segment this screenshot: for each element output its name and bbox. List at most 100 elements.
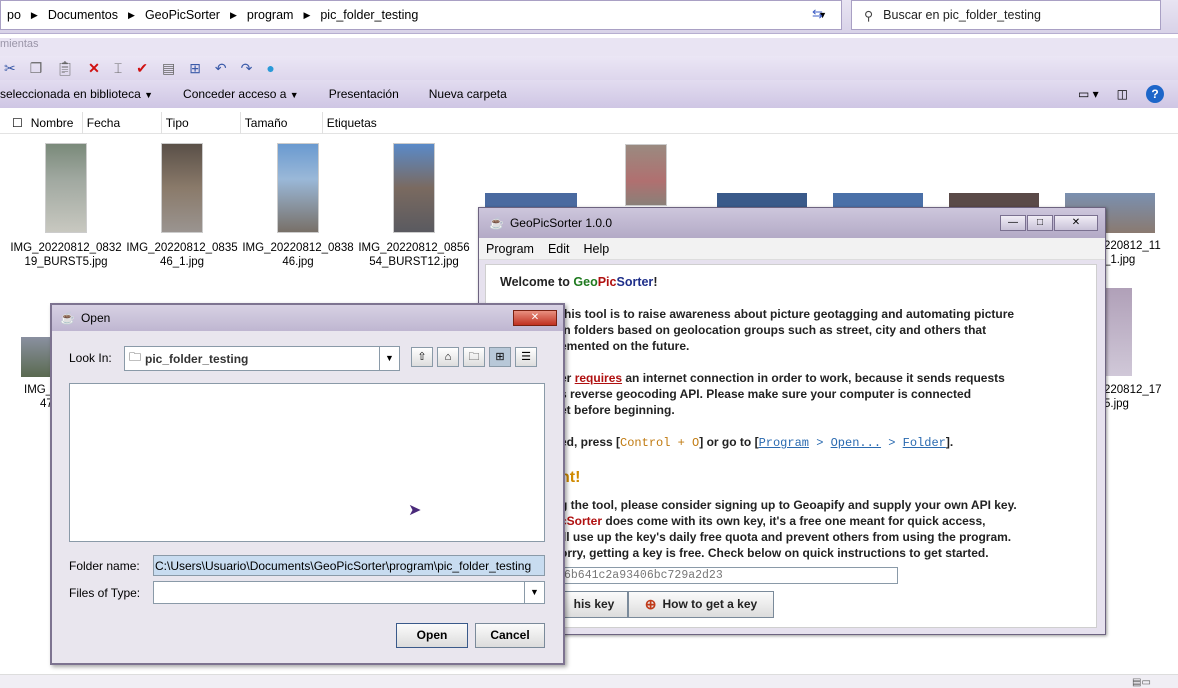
- file-name-partial: 220812_17 5.jpg: [1104, 384, 1162, 410]
- file-name: IMG_20220812_083546_1.jpg: [126, 242, 238, 268]
- refresh-icon[interactable]: ⇆: [812, 6, 823, 22]
- files-of-type-label: Files of Type:: [69, 586, 141, 600]
- use-key-button[interactable]: his key: [560, 591, 628, 618]
- chevron-right-icon: ▶: [229, 9, 237, 20]
- help-icon[interactable]: ?: [1146, 85, 1164, 103]
- chevron-down-icon[interactable]: ▼: [524, 582, 544, 603]
- file-list[interactable]: [69, 383, 545, 542]
- column-type[interactable]: Tipo: [162, 111, 241, 134]
- requires-link[interactable]: requires: [575, 371, 622, 385]
- list-view-icon[interactable]: ⊞: [489, 347, 511, 367]
- paste-icon[interactable]: 📋︎: [56, 60, 74, 77]
- geo-menu-bar: Program Edit Help: [479, 238, 1105, 260]
- chevron-down-icon[interactable]: ▼: [379, 347, 399, 370]
- details-view-icon[interactable]: ☰: [515, 347, 537, 367]
- column-tags[interactable]: Etiquetas: [323, 112, 403, 134]
- breadcrumb-item[interactable]: Documentos: [42, 8, 124, 22]
- intro-paragraph: this tool is to raise awareness about pi…: [560, 307, 1015, 353]
- preview-pane-icon[interactable]: ◫: [1117, 87, 1128, 101]
- geopicsorter-window: ☕ GeoPicSorter 1.0.0 — □ ✕ Program Edit …: [478, 207, 1106, 635]
- geo-title: GeoPicSorter 1.0.0: [509, 216, 613, 230]
- folder-name-field[interactable]: C:\Users\Usuario\Documents\GeoPicSorter\…: [153, 555, 545, 576]
- file-item[interactable]: IMG_20220812_083219_BURST5.jpg: [8, 143, 124, 269]
- share-label: Conceder acceso a: [183, 87, 287, 101]
- breadcrumb-item[interactable]: GeoPicSorter: [139, 8, 226, 22]
- new-folder-command[interactable]: Nueva carpeta: [414, 87, 522, 101]
- search-placeholder: Buscar en pic_folder_testing: [883, 8, 1041, 22]
- breadcrumb-item[interactable]: program: [241, 8, 300, 22]
- chevron-right-icon: ▶: [128, 9, 135, 20]
- internet-paragraph: er requires an internet connection in or…: [560, 371, 1005, 417]
- command-bar: seleccionada en biblioteca ▼ Conceder ac…: [0, 80, 1178, 108]
- photo-thumbnail: [21, 337, 51, 377]
- copy-icon[interactable]: ❐: [30, 60, 43, 77]
- address-bar-area: po ▶ Documentos ▶ GeoPicSorter ▶ program ▶ p…: [0, 0, 1178, 34]
- home-icon[interactable]: ⌂: [437, 347, 459, 367]
- geo-title-bar: ☕ GeoPicSorter 1.0.0 — □ ✕: [479, 208, 1105, 238]
- breadcrumb-item[interactable]: po: [1, 8, 27, 22]
- delete-icon[interactable]: ✕: [88, 60, 100, 77]
- cancel-button[interactable]: Cancel: [475, 623, 545, 648]
- open-button[interactable]: Open: [396, 623, 468, 648]
- menu-edit[interactable]: Edit: [541, 242, 577, 256]
- photo-thumbnail: [277, 143, 319, 233]
- library-label: seleccionada en biblioteca: [0, 87, 141, 101]
- java-icon: ☕: [60, 311, 75, 325]
- column-date[interactable]: Fecha: [83, 111, 162, 134]
- close-button[interactable]: ✕: [513, 310, 557, 326]
- api-key-field[interactable]: 6b641c2a93406bc729a2d23: [560, 567, 898, 584]
- column-name[interactable]: Nombre: [27, 111, 83, 134]
- toolbar: ✂ ❐ 📋︎ ✕ ⌶ ✔ ▤ ⊞ ↶ ↷ ●: [0, 56, 1178, 80]
- file-name: IMG_20220812_083219_BURST5.jpg: [10, 242, 122, 268]
- how-to-get-key-label: How to get a key: [662, 597, 758, 611]
- open-dialog: ☕ Open ✕ Look In: 🗀 pic_folder_testing ▼…: [50, 303, 565, 665]
- view-options-icon[interactable]: ▭ ▾: [1078, 87, 1099, 101]
- check-icon[interactable]: ✔: [136, 60, 148, 77]
- globe-icon[interactable]: ●: [266, 60, 274, 76]
- files-of-type-combo[interactable]: ▼: [153, 581, 545, 604]
- properties-icon[interactable]: ▤: [162, 60, 175, 77]
- menu-line: mientas: [0, 38, 1178, 56]
- shortcut-paragraph: ed, press [Control + O] or go to [Progra…: [560, 435, 954, 450]
- cut-icon[interactable]: ✂: [4, 60, 16, 77]
- library-command[interactable]: seleccionada en biblioteca ▼: [0, 87, 168, 101]
- select-all-checkbox[interactable]: ☐: [0, 112, 27, 134]
- column-size[interactable]: Tamaño: [241, 111, 323, 134]
- menu-help[interactable]: Help: [576, 242, 616, 256]
- view-grid-icon[interactable]: ⊞: [189, 60, 201, 77]
- folder-link[interactable]: Folder: [903, 436, 946, 450]
- photo-thumbnail: [625, 144, 667, 206]
- status-bar: [0, 674, 1178, 688]
- new-folder-icon[interactable]: 🗀: [463, 347, 485, 367]
- cursor-icon: ➤: [408, 502, 422, 519]
- search-icon: ⚲: [864, 8, 874, 23]
- look-in-value: pic_folder_testing: [145, 351, 249, 366]
- close-button[interactable]: ✕: [1054, 215, 1098, 231]
- how-to-get-key-button[interactable]: ⊕ How to get a key: [628, 591, 774, 618]
- dialog-title: Open: [80, 311, 111, 325]
- lifebuoy-icon: ⊕: [644, 596, 657, 612]
- up-folder-icon[interactable]: ⇧: [411, 347, 433, 367]
- file-item[interactable]: IMG_20220812_083846.jpg: [240, 143, 356, 269]
- photo-thumbnail: [1104, 288, 1132, 376]
- dialog-title-bar: ☕ Open ✕: [52, 305, 563, 331]
- api-paragraph: g the tool, please consider signing up t…: [560, 498, 1017, 560]
- undo-icon[interactable]: ↶: [215, 60, 227, 77]
- open-link[interactable]: Open...: [831, 436, 881, 450]
- slideshow-command[interactable]: Presentación: [314, 87, 414, 101]
- look-in-combo[interactable]: 🗀 pic_folder_testing ▼: [124, 346, 400, 371]
- breadcrumb-item[interactable]: pic_folder_testing: [314, 8, 424, 22]
- share-command[interactable]: Conceder acceso a ▼: [168, 87, 314, 101]
- program-link[interactable]: Program: [759, 436, 809, 450]
- search-input[interactable]: ⚲ Buscar en pic_folder_testing: [851, 0, 1161, 30]
- file-item[interactable]: IMG_20220812_085654_BURST12.jpg: [356, 143, 472, 269]
- minimize-button[interactable]: —: [1000, 215, 1026, 231]
- welcome-heading: Welcome to GeoPicSorter!: [500, 275, 658, 289]
- redo-icon[interactable]: ↷: [241, 60, 253, 77]
- file-item[interactable]: IMG_20220812_083546_1.jpg: [124, 143, 240, 269]
- breadcrumb[interactable]: po ▶ Documentos ▶ GeoPicSorter ▶ program ▶ p…: [0, 0, 842, 30]
- rename-icon[interactable]: ⌶: [114, 60, 122, 77]
- menu-program[interactable]: Program: [479, 242, 541, 256]
- maximize-button[interactable]: □: [1027, 215, 1053, 231]
- details-view-icon[interactable]: ▤▭: [1132, 677, 1151, 688]
